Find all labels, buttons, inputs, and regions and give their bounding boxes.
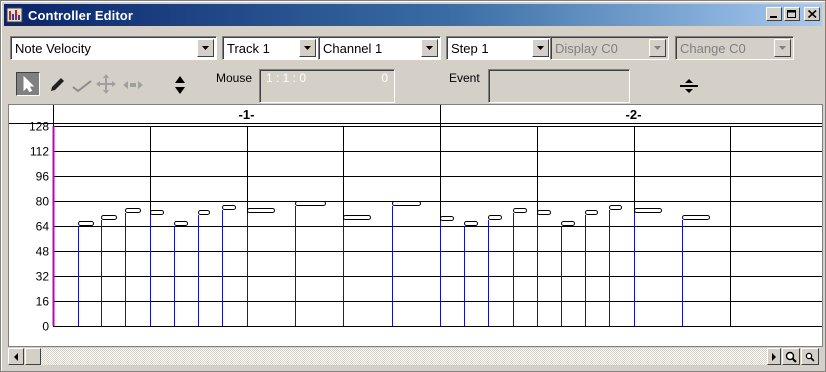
arrow-right-icon	[771, 352, 776, 361]
y-tick-label: 64	[36, 220, 50, 234]
velocity-bar	[634, 208, 662, 213]
line-draw-icon	[71, 80, 92, 93]
event-readout	[488, 69, 630, 103]
graph-canvas[interactable]: 128 112 96 80 64 48 32 16 0 -1- -2-	[9, 105, 822, 346]
velocity-bar	[513, 208, 527, 213]
pencil-icon	[51, 78, 64, 91]
velocity-bar	[561, 221, 575, 226]
step-value: Step 1	[451, 41, 489, 56]
velocity-bar	[682, 215, 710, 220]
display-select[interactable]: Display C0	[550, 36, 669, 60]
magnifier-icon	[785, 351, 797, 363]
controller-editor-window: Controller Editor Note Velocity Track 1	[0, 0, 826, 372]
chevron-down-icon	[536, 45, 544, 50]
display-dropdown-button[interactable]	[649, 39, 666, 57]
y-tick-label: 112	[30, 145, 49, 159]
channel-value: Channel 1	[323, 41, 383, 56]
horizontal-arrows-icon	[122, 81, 143, 89]
channel-dropdown-button[interactable]	[421, 39, 438, 57]
window-title: Controller Editor	[28, 7, 133, 23]
chevron-down-icon	[653, 45, 661, 50]
y-tick-label: 128	[29, 120, 49, 134]
horizontal-scrollbar[interactable]	[8, 348, 823, 366]
scroll-track[interactable]	[41, 348, 767, 365]
stretch-tool-button[interactable]	[119, 74, 146, 96]
move-arrows-icon	[96, 74, 116, 94]
move-tool-button[interactable]	[92, 70, 120, 98]
close-button[interactable]	[804, 7, 820, 21]
mouse-label: Mouse	[216, 71, 253, 85]
controller-value: Note Velocity	[15, 41, 91, 56]
velocity-graph[interactable]: 128 112 96 80 64 48 32 16 0 -1- -2-	[8, 104, 823, 347]
change-value: Change C0	[680, 41, 746, 56]
step-dropdown-button[interactable]	[532, 39, 549, 57]
scroll-right-button[interactable]	[767, 348, 781, 365]
zoom-in-button[interactable]	[782, 348, 800, 365]
change-select[interactable]: Change C0	[675, 36, 794, 60]
maximize-icon	[787, 9, 796, 18]
controller-select[interactable]: Note Velocity	[10, 36, 217, 60]
scroll-thumb[interactable]	[25, 348, 41, 365]
y-tick-label: 32	[36, 270, 50, 284]
velocity-bar	[343, 215, 371, 220]
compress-icon	[680, 79, 698, 93]
velocity-bar	[198, 210, 210, 215]
mouse-value: 0	[381, 71, 388, 85]
chevron-down-icon	[303, 45, 311, 50]
minimize-button[interactable]	[766, 7, 782, 21]
arrow-left-icon	[13, 352, 18, 361]
maximize-button[interactable]	[784, 7, 800, 21]
y-tick-label: 96	[36, 170, 50, 184]
y-tick-label: 80	[36, 195, 50, 209]
scroll-left-button[interactable]	[8, 348, 24, 365]
velocity-bar	[247, 208, 275, 213]
y-tick-label: 48	[36, 245, 50, 259]
step-select[interactable]: Step 1	[446, 36, 552, 60]
measure-label: -2-	[626, 107, 642, 122]
pencil-tool-button[interactable]	[45, 74, 69, 96]
velocity-bar	[537, 210, 551, 215]
velocity-bar	[585, 210, 598, 215]
snap-tool-button[interactable]	[676, 76, 702, 96]
controller-editor-icon	[6, 7, 23, 23]
track-value: Track 1	[227, 41, 270, 56]
mouse-position: 1 : 1 : 0	[266, 71, 307, 85]
velocity-bar	[609, 205, 622, 210]
track-dropdown-button[interactable]	[299, 39, 316, 57]
up-down-arrows-icon	[175, 76, 185, 94]
chevron-down-icon	[778, 45, 786, 50]
velocity-bar	[78, 221, 94, 226]
change-dropdown-button[interactable]	[774, 39, 791, 57]
velocity-bar	[101, 215, 117, 220]
y-tick-label: 0	[42, 320, 49, 334]
chevron-down-icon	[425, 45, 433, 50]
measure-label: -1-	[239, 107, 255, 122]
velocity-bar	[488, 215, 502, 220]
velocity-bar	[295, 201, 326, 206]
close-icon	[807, 10, 817, 18]
minimize-icon	[770, 16, 777, 18]
velocity-bar	[392, 201, 421, 206]
zoom-out-button[interactable]	[801, 348, 819, 365]
arrow-tool-button[interactable]	[16, 72, 40, 96]
y-tick-label: 16	[36, 295, 50, 309]
event-label: Event	[449, 71, 480, 85]
velocity-bar	[440, 216, 454, 221]
chevron-down-icon	[201, 45, 209, 50]
velocity-bar	[222, 205, 236, 210]
display-value: Display C0	[555, 41, 618, 56]
arrow-pointer-icon	[23, 76, 35, 92]
line-tool-button[interactable]	[68, 76, 95, 96]
channel-select[interactable]: Channel 1	[318, 36, 441, 60]
mouse-readout: 1 : 1 : 0 0	[259, 69, 395, 103]
updown-tool-button[interactable]	[170, 72, 190, 98]
velocity-bar	[464, 221, 478, 226]
small-magnifier-icon	[805, 352, 815, 362]
controller-dropdown-button[interactable]	[197, 39, 214, 57]
track-select[interactable]: Track 1	[222, 36, 319, 60]
velocity-bar	[125, 208, 141, 213]
velocity-bar	[150, 210, 164, 215]
velocity-bar	[174, 221, 188, 226]
title-bar[interactable]: Controller Editor	[4, 4, 822, 26]
